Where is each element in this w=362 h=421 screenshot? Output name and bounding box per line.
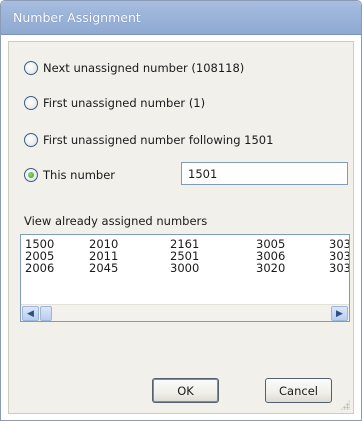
option-label: This number [43, 168, 116, 182]
radio-this-number[interactable] [24, 168, 38, 182]
option-label: Next unassigned number (108118) [43, 61, 245, 75]
list-item[interactable]: 303 [329, 262, 349, 274]
ok-button[interactable]: OK [152, 378, 219, 403]
list-column: 2010 2011 2045 [89, 238, 118, 274]
window-title: Number Assignment [13, 10, 141, 25]
number-assignment-dialog: Number Assignment Next unassigned number… [0, 0, 362, 421]
option-first-unassigned-following[interactable]: First unassigned number following 1501 [24, 131, 273, 149]
assigned-numbers-list[interactable]: 1500 2005 2006 2010 2011 2045 2161 2501 … [20, 234, 350, 322]
assigned-numbers-label: View already assigned numbers [24, 214, 208, 228]
resize-grip-icon[interactable] [340, 400, 350, 410]
option-label: First unassigned number following 1501 [43, 133, 274, 147]
option-this-number[interactable]: This number [24, 166, 115, 184]
list-column: 2161 2501 3000 [170, 238, 199, 274]
list-item[interactable]: 3000 [170, 262, 199, 274]
cancel-button[interactable]: Cancel [265, 378, 332, 403]
scroll-left-arrow-icon[interactable]: ◀ [22, 306, 39, 321]
option-next-unassigned[interactable]: Next unassigned number (108118) [24, 59, 244, 77]
dialog-body: Next unassigned number (108118) First un… [8, 41, 354, 414]
option-label: First unassigned number (1) [43, 96, 206, 110]
list-column: 303 303 303 [329, 238, 349, 274]
horizontal-scrollbar[interactable]: ◀ ▶ [21, 304, 349, 321]
list-column: 3005 3006 3020 [256, 238, 285, 274]
radio-next-unassigned[interactable] [24, 61, 38, 75]
list-item[interactable]: 2006 [25, 262, 54, 274]
scroll-right-arrow-icon[interactable]: ▶ [331, 306, 348, 321]
list-item[interactable]: 3020 [256, 262, 285, 274]
option-first-unassigned[interactable]: First unassigned number (1) [24, 94, 205, 112]
list-item[interactable]: 2045 [89, 262, 118, 274]
list-column: 1500 2005 2006 [25, 238, 54, 274]
radio-first-unassigned[interactable] [24, 96, 38, 110]
title-bar[interactable]: Number Assignment [1, 1, 361, 35]
this-number-input[interactable] [181, 162, 348, 185]
scrollbar-thumb[interactable] [40, 306, 52, 321]
radio-first-unassigned-following[interactable] [24, 133, 38, 147]
